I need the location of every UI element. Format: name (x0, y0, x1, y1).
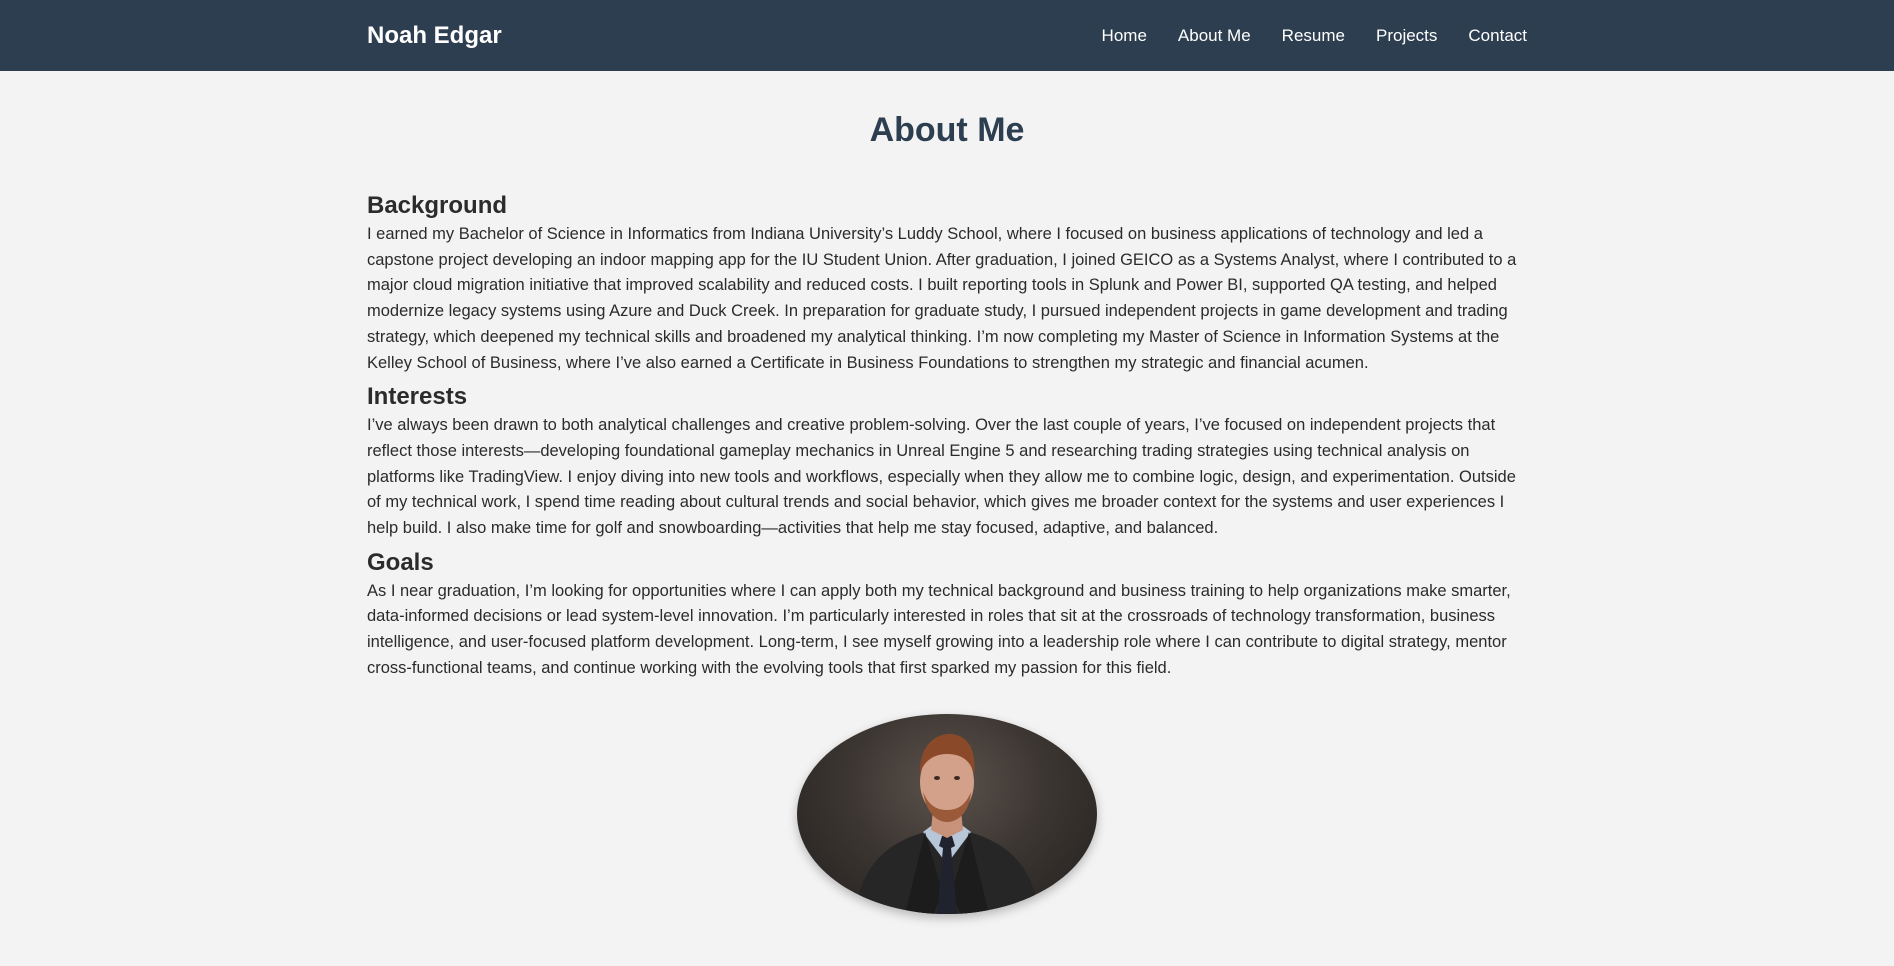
interests-heading: Interests (367, 383, 468, 411)
navbar: Noah Edgar Home About Me Resume Projects… (0, 0, 1894, 71)
interests-section: Interests I’ve always been drawn to both… (367, 381, 1527, 542)
nav-links: Home About Me Resume Projects Contact (1102, 26, 1527, 46)
nav-link-contact[interactable]: Contact (1468, 26, 1527, 46)
navbar-inner: Noah Edgar Home About Me Resume Projects… (367, 22, 1527, 50)
nav-link-home[interactable]: Home (1102, 26, 1147, 46)
goals-heading: Goals (367, 548, 434, 576)
portrait-container (367, 713, 1527, 914)
nav-link-projects[interactable]: Projects (1376, 26, 1437, 46)
main-content: About Me Background I earned my Bachelor… (367, 111, 1527, 914)
goals-paragraph: As I near graduation, I’m looking for op… (367, 581, 1511, 677)
page-title: About Me (869, 111, 1025, 149)
portrait-illustration (855, 733, 1039, 914)
nav-link-resume[interactable]: Resume (1282, 26, 1345, 46)
background-paragraph: I earned my Bachelor of Science in Infor… (367, 225, 1517, 372)
goals-section: Goals As I near graduation, I’m looking … (367, 547, 1527, 682)
background-section: Background I earned my Bachelor of Scien… (367, 190, 1527, 376)
nav-link-about-me[interactable]: About Me (1178, 26, 1251, 46)
brand-logo-link[interactable]: Noah Edgar (367, 22, 502, 50)
profile-portrait (797, 713, 1097, 914)
interests-paragraph: I’ve always been drawn to both analytica… (367, 416, 1516, 538)
background-heading: Background (367, 192, 508, 219)
